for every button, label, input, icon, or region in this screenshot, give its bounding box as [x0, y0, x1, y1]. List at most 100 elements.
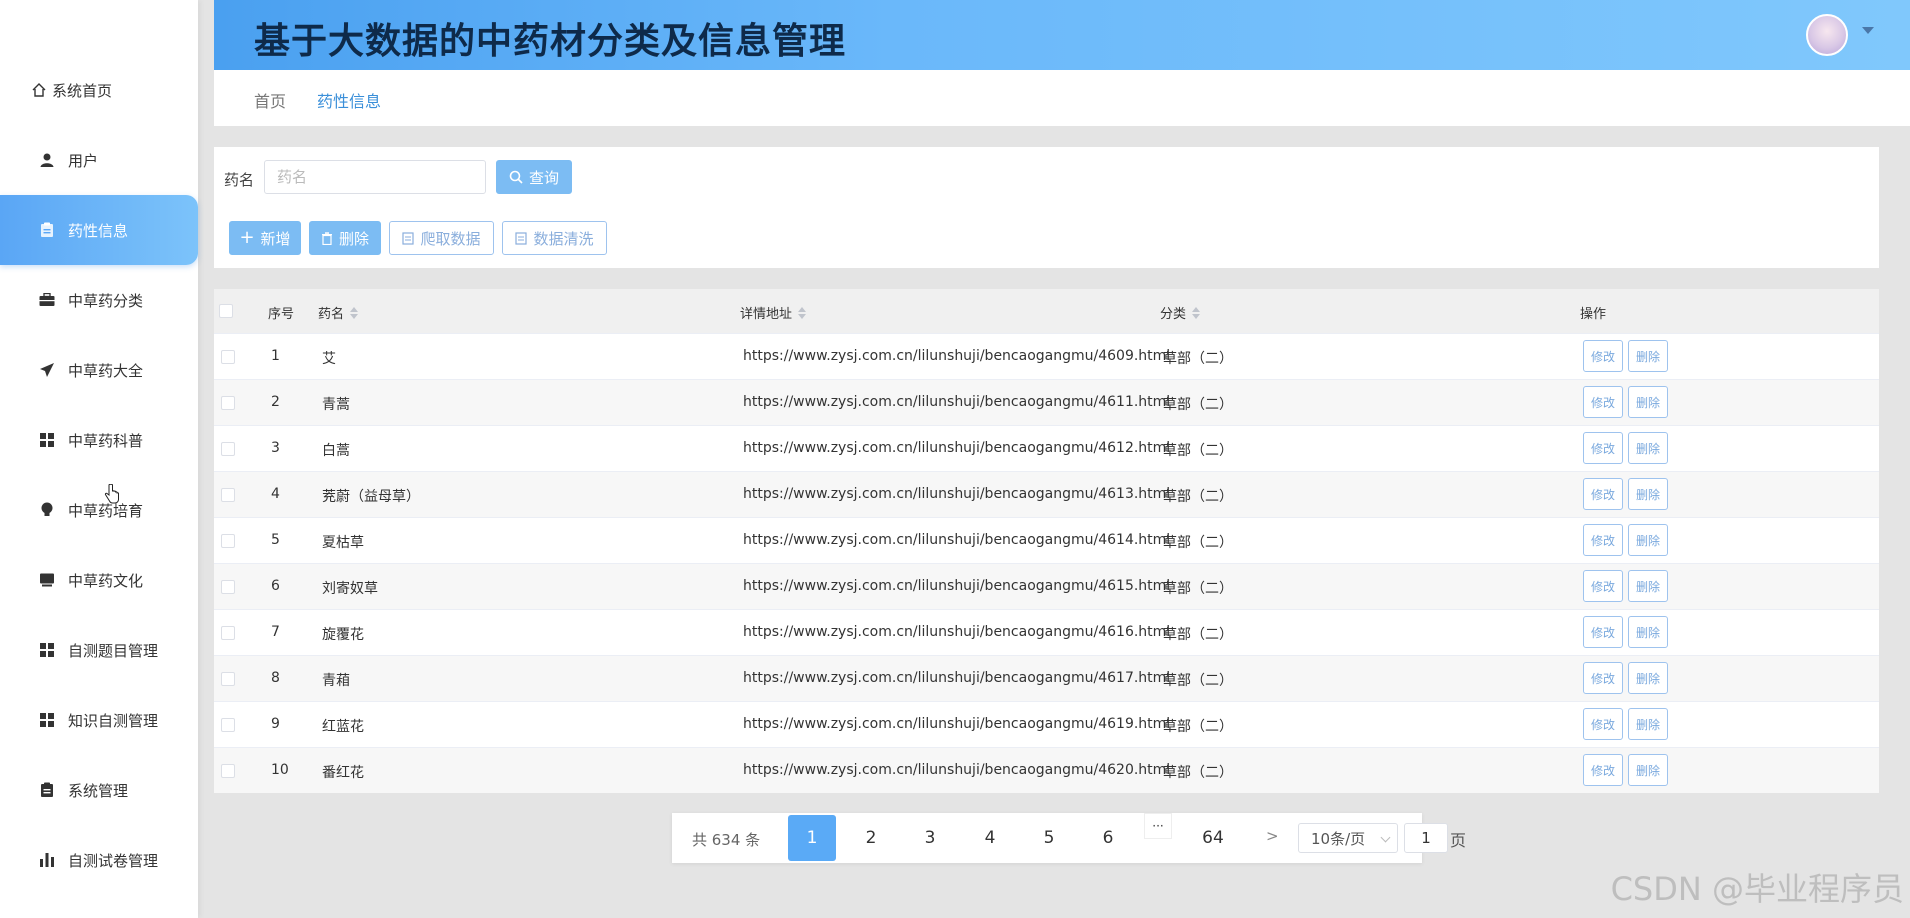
table-row: 2 青蒿 https://www.zysj.com.cn/lilunshuji/… — [214, 379, 1879, 425]
row-checkbox[interactable] — [221, 764, 235, 778]
row-category: 草部（二） — [1163, 535, 1233, 551]
sort-icon[interactable] — [350, 306, 359, 319]
row-name: 旋覆花 — [322, 627, 364, 643]
row-delete-button[interactable]: 删除 — [1628, 432, 1668, 464]
edit-button[interactable]: 修改 — [1583, 340, 1623, 372]
sidebar-item-herb-cultivation[interactable]: 中草药培育 — [0, 475, 198, 545]
row-index: 2 — [271, 394, 280, 410]
page-size-value: 10条/页 — [1311, 829, 1366, 848]
avatar[interactable] — [1806, 14, 1848, 56]
row-delete-button[interactable]: 删除 — [1628, 340, 1668, 372]
row-checkbox[interactable] — [221, 534, 235, 548]
breadcrumb: 首页 药性信息 — [214, 70, 1910, 126]
row-delete-button[interactable]: 删除 — [1628, 616, 1668, 648]
clean-data-button[interactable]: 数据清洗 — [502, 221, 607, 255]
watermark: CSDN @毕业程序员 — [1610, 870, 1904, 908]
table-row: 10 番红花 https://www.zysj.com.cn/lilunshuj… — [214, 747, 1879, 793]
edit-button[interactable]: 修改 — [1583, 708, 1623, 740]
column-header-category[interactable]: 分类 — [1160, 303, 1201, 322]
sort-icon[interactable] — [798, 306, 807, 319]
row-delete-button[interactable]: 删除 — [1628, 662, 1668, 694]
search-input[interactable] — [264, 160, 486, 194]
row-url: https://www.zysj.com.cn/lilunshuji/benca… — [743, 532, 1171, 548]
chevron-down-icon[interactable] — [1862, 27, 1874, 34]
sidebar-item-system-management[interactable]: 系统管理 — [0, 755, 198, 825]
row-checkbox[interactable] — [221, 672, 235, 686]
row-index: 7 — [271, 624, 280, 640]
edit-button[interactable]: 修改 — [1583, 478, 1623, 510]
next-page-button[interactable]: > — [1266, 827, 1279, 845]
row-checkbox[interactable] — [221, 626, 235, 640]
sort-icon[interactable] — [1192, 306, 1201, 319]
row-index: 6 — [271, 578, 280, 594]
app-title: 基于大数据的中药材分类及信息管理 — [254, 21, 847, 62]
row-category: 草部（二） — [1163, 351, 1233, 367]
page-jump-input[interactable]: 1 — [1404, 823, 1448, 853]
row-delete-button[interactable]: 删除 — [1628, 386, 1668, 418]
page-size-select[interactable]: 10条/页 — [1298, 823, 1398, 853]
page-button-5[interactable]: 5 — [1025, 815, 1073, 861]
column-header-url[interactable]: 详情地址 — [740, 303, 807, 322]
page-button-4[interactable]: 4 — [966, 815, 1014, 861]
row-url: https://www.zysj.com.cn/lilunshuji/benca… — [743, 578, 1171, 594]
sidebar-item-quiz-questions[interactable]: 自测题目管理 — [0, 615, 198, 685]
row-checkbox[interactable] — [221, 718, 235, 732]
page-button-2[interactable]: 2 — [847, 815, 895, 861]
row-index: 5 — [271, 532, 280, 548]
sidebar-item-herb-culture[interactable]: 中草药文化 — [0, 545, 198, 615]
edit-button[interactable]: 修改 — [1583, 386, 1623, 418]
breadcrumb-home[interactable]: 首页 — [254, 88, 286, 112]
add-button[interactable]: + 新增 — [229, 221, 301, 255]
sidebar-item-herb-science[interactable]: 中草药科普 — [0, 405, 198, 475]
page-button-1[interactable]: 1 — [788, 815, 836, 861]
edit-button[interactable]: 修改 — [1583, 432, 1623, 464]
column-header-name[interactable]: 药名 — [318, 303, 359, 322]
row-delete-button[interactable]: 删除 — [1628, 478, 1668, 510]
edit-button[interactable]: 修改 — [1583, 662, 1623, 694]
edit-button[interactable]: 修改 — [1583, 524, 1623, 556]
page-button-last[interactable]: 64 — [1189, 815, 1237, 861]
bulb-icon — [38, 501, 56, 519]
crawl-data-button[interactable]: 爬取数据 — [389, 221, 494, 255]
row-index: 10 — [271, 762, 289, 778]
add-button-label: 新增 — [260, 229, 291, 248]
page-button-3[interactable]: 3 — [906, 815, 954, 861]
edit-button[interactable]: 修改 — [1583, 570, 1623, 602]
query-button[interactable]: 查询 — [496, 160, 572, 194]
more-pages-button[interactable]: ··· — [1144, 813, 1172, 839]
row-category: 草部（二） — [1163, 443, 1233, 459]
edit-button[interactable]: 修改 — [1583, 616, 1623, 648]
row-name: 白蒿 — [322, 443, 350, 459]
breadcrumb-current: 药性信息 — [317, 92, 382, 111]
row-checkbox[interactable] — [221, 580, 235, 594]
sidebar-item-herb-category[interactable]: 中草药分类 — [0, 265, 198, 335]
row-category: 草部（二） — [1163, 765, 1233, 781]
row-delete-button[interactable]: 删除 — [1628, 570, 1668, 602]
row-checkbox[interactable] — [221, 442, 235, 456]
delete-button[interactable]: 删除 — [309, 221, 381, 255]
row-category: 草部（二） — [1163, 489, 1233, 505]
column-header-label: 药名 — [318, 307, 345, 322]
sidebar-item-home[interactable]: 系统首页 — [0, 55, 198, 125]
sidebar-item-users[interactable]: 用户 — [0, 125, 198, 195]
home-icon — [30, 81, 48, 99]
row-checkbox[interactable] — [221, 396, 235, 410]
table-row: 9 红蓝花 https://www.zysj.com.cn/lilunshuji… — [214, 701, 1879, 747]
sidebar-item-quiz-paper[interactable]: 自测试卷管理 — [0, 825, 198, 895]
row-checkbox[interactable] — [221, 350, 235, 364]
sidebar-item-knowledge-quiz[interactable]: 知识自测管理 — [0, 685, 198, 755]
sidebar-item-herb-encyclopedia[interactable]: 中草药大全 — [0, 335, 198, 405]
chevron-down-icon — [1380, 832, 1391, 843]
row-name: 茺蔚（益母草） — [322, 489, 420, 505]
row-delete-button[interactable]: 删除 — [1628, 708, 1668, 740]
row-delete-button[interactable]: 删除 — [1628, 754, 1668, 786]
document-icon — [515, 231, 528, 245]
select-all-checkbox[interactable] — [219, 304, 233, 318]
table-row: 3 白蒿 https://www.zysj.com.cn/lilunshuji/… — [214, 425, 1879, 471]
page-button-6[interactable]: 6 — [1084, 815, 1132, 861]
row-checkbox[interactable] — [221, 488, 235, 502]
sidebar-item-label: 知识自测管理 — [68, 711, 159, 730]
sidebar-item-drug-properties[interactable]: 药性信息 — [0, 195, 198, 265]
edit-button[interactable]: 修改 — [1583, 754, 1623, 786]
row-delete-button[interactable]: 删除 — [1628, 524, 1668, 556]
